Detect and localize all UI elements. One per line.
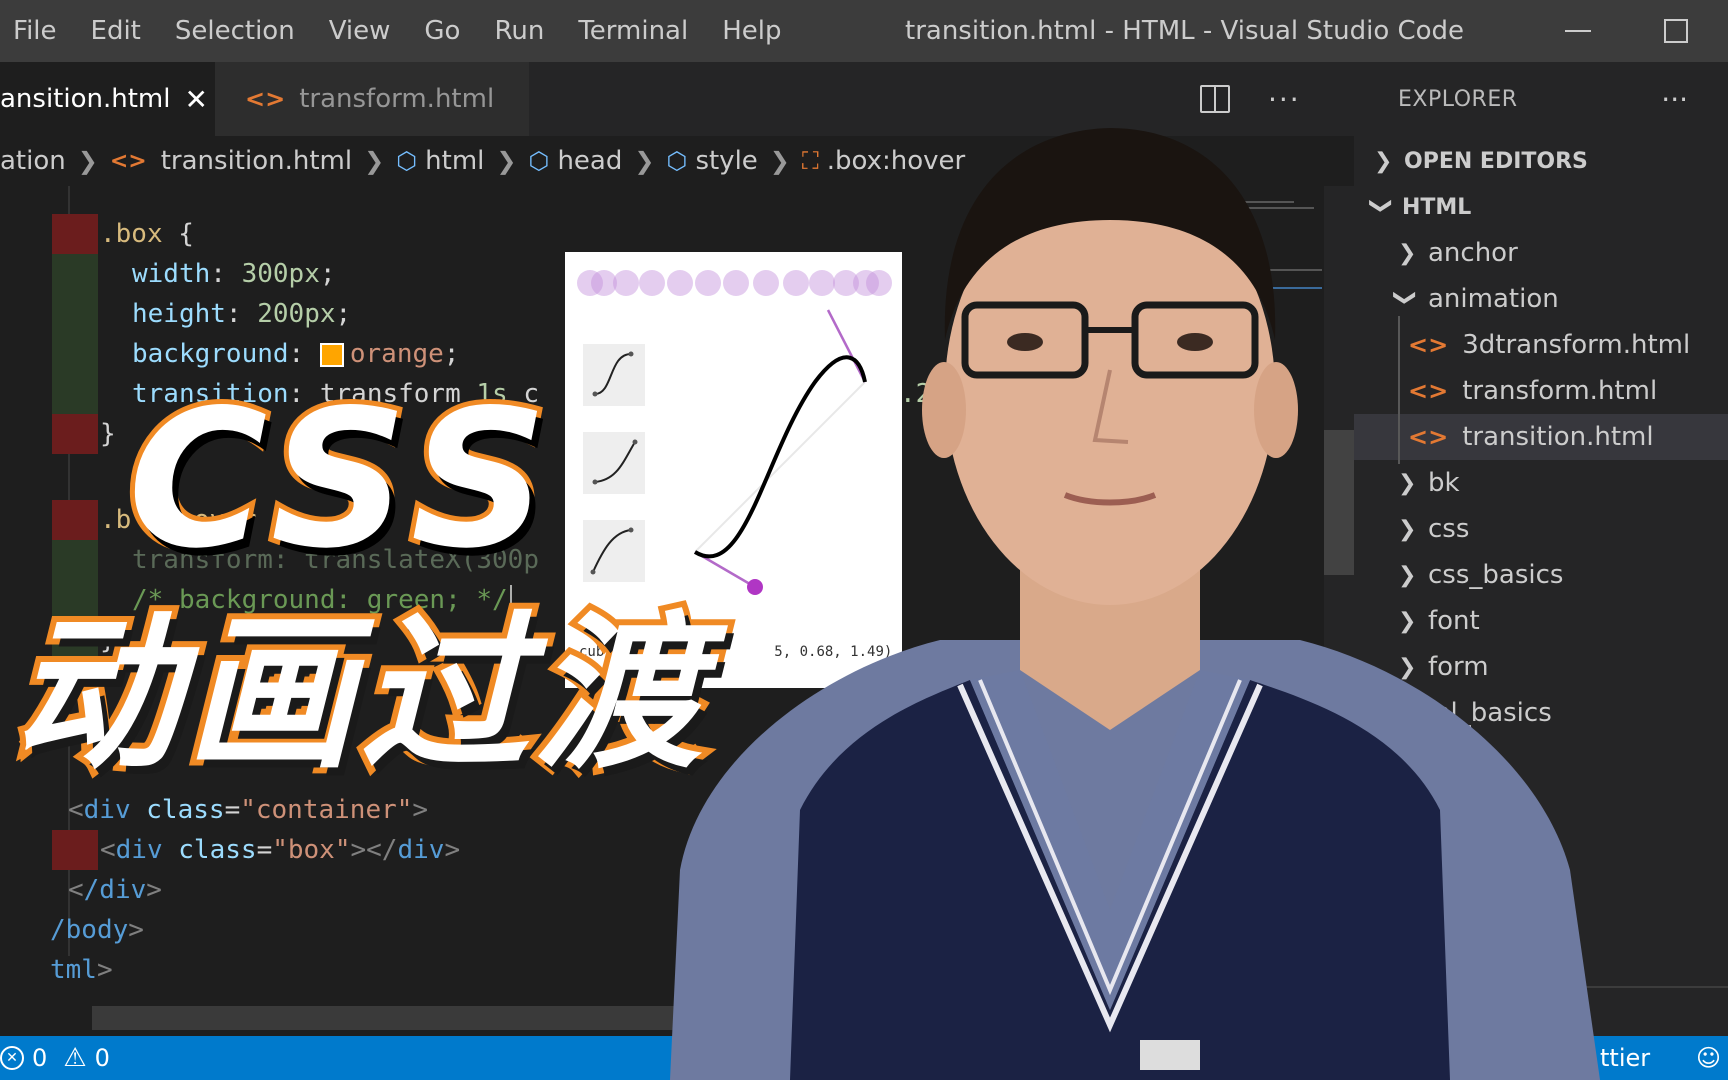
preview-dot [613, 270, 639, 296]
close-icon[interactable]: ✕ [184, 83, 207, 116]
chevron-right-icon: ❯ [496, 147, 517, 175]
tab-label: transform.html [299, 84, 495, 114]
minimize-button[interactable] [1548, 0, 1608, 62]
menu-go[interactable]: Go [407, 0, 477, 62]
presenter-photo [670, 128, 1600, 1080]
token-attr: class [146, 795, 225, 825]
token-tag: tml [50, 955, 97, 985]
token-selector: .box [100, 219, 163, 249]
menu-bar: File Edit Selection View Go Run Terminal… [0, 0, 799, 62]
token-string: "container" [240, 795, 413, 825]
overlay-subtitle: 动画过渡 [6, 596, 708, 792]
token-brace: { [178, 219, 194, 249]
ease-in-out-preset[interactable] [583, 344, 645, 406]
title-bar: File Edit Selection View Go Run Terminal… [0, 0, 1728, 62]
menu-selection[interactable]: Selection [158, 0, 312, 62]
code-line: } [100, 414, 116, 454]
code-line: tml> [50, 955, 113, 985]
token-selector: .b [100, 505, 132, 535]
diff-marker [52, 414, 98, 454]
color-swatch[interactable] [319, 342, 344, 367]
menu-run[interactable]: Run [477, 0, 561, 62]
token-tag: /body [50, 915, 129, 945]
tab-label: ansition.html [0, 84, 171, 114]
diff-marker [52, 254, 98, 414]
code-line: height: 200px; [132, 299, 352, 329]
ease-in-preset[interactable] [583, 432, 645, 494]
breadcrumb-html[interactable]: html [425, 146, 484, 176]
error-icon: ✕ [0, 1046, 24, 1070]
code-line: width: 300px; [132, 259, 336, 289]
diff-marker [52, 830, 98, 870]
code-line: <div class="box"></div> [100, 835, 461, 865]
menu-edit[interactable]: Edit [74, 0, 158, 62]
window-title: transition.html - HTML - Visual Studio C… [905, 16, 1465, 46]
element-cube-icon: ⬡ [528, 147, 550, 175]
error-count: 0 [32, 1044, 48, 1072]
feedback-icon[interactable]: ☺ [1696, 1036, 1721, 1080]
breadcrumb-file[interactable]: transition.html [161, 146, 352, 176]
html-file-icon: <> [245, 85, 286, 113]
html-file-icon: <> [109, 148, 147, 174]
token-tag: div [397, 835, 445, 865]
diff-marker [52, 214, 98, 254]
menu-view[interactable]: View [312, 0, 408, 62]
menu-help[interactable]: Help [705, 0, 798, 62]
token-property: background [132, 339, 289, 369]
prettier-status[interactable]: ttier [1600, 1036, 1650, 1080]
token-brace: } [100, 419, 116, 449]
breadcrumb-head[interactable]: head [557, 146, 622, 176]
maximize-button[interactable] [1646, 0, 1706, 62]
code-line: <div class="container"> [68, 795, 429, 825]
overlay-title: CSS [123, 369, 558, 590]
code-line: /body> [50, 915, 144, 945]
breadcrumb-folder[interactable]: ation [0, 146, 66, 176]
token-attr: class [178, 835, 257, 865]
more-actions-icon[interactable]: ··· [1661, 62, 1688, 136]
token-property: width [132, 259, 211, 289]
token-string: "box" [272, 835, 351, 865]
token-value: 300px [241, 259, 320, 289]
menu-terminal[interactable]: Terminal [561, 0, 705, 62]
token-value: 200px [257, 299, 336, 329]
element-cube-icon: ⬡ [396, 147, 418, 175]
chevron-right-icon: ❯ [364, 147, 385, 175]
tab-transform[interactable]: <> transform.html [215, 62, 529, 136]
ease-out-preset[interactable] [583, 520, 645, 582]
chevron-right-icon: ❯ [77, 147, 98, 175]
token-tag: /div [83, 875, 147, 905]
token-tag: div [115, 835, 163, 865]
token-value: orange [349, 339, 444, 369]
problems-indicator[interactable]: ✕ 0 ⚠ 0 [0, 1043, 110, 1073]
warning-icon: ⚠ [63, 1043, 87, 1073]
code-line: background: orange; [132, 339, 460, 369]
code-line: </div> [68, 875, 162, 905]
code-line: .box { [100, 214, 194, 254]
warning-count: 0 [94, 1044, 110, 1072]
token-tag: div [83, 795, 131, 825]
minimize-icon [1565, 30, 1591, 32]
maximize-icon [1664, 19, 1688, 43]
split-editor-icon[interactable] [1200, 85, 1230, 113]
menu-file[interactable]: File [0, 0, 74, 62]
prettier-label: ttier [1600, 1044, 1651, 1072]
token-property: height [132, 299, 226, 329]
diff-marker [52, 500, 98, 540]
tab-transition[interactable]: ansition.html ✕ [0, 62, 215, 136]
